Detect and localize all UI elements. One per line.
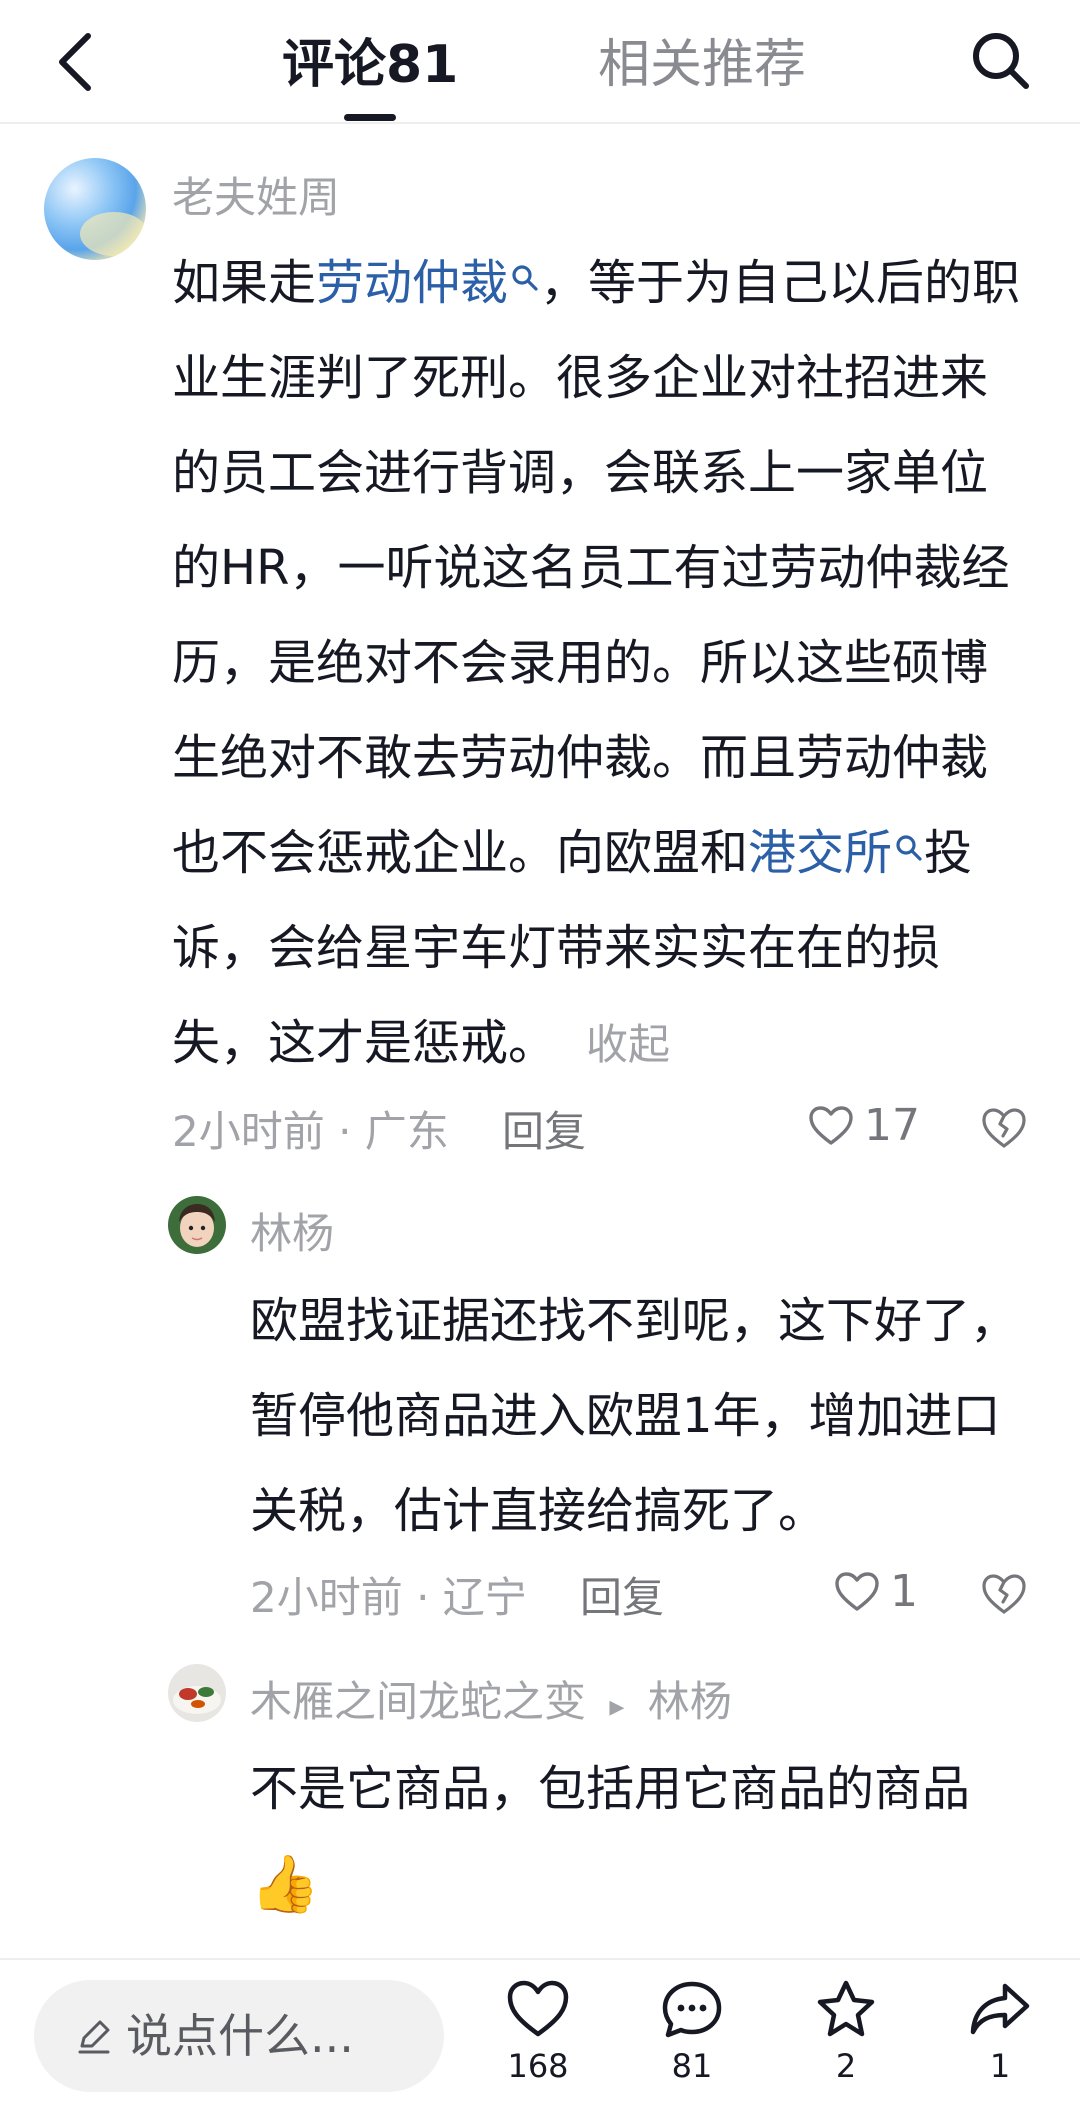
like-button[interactable]: 17 [808,1100,920,1151]
like-count: 17 [864,1100,920,1151]
reply-username[interactable]: 林杨 [250,1206,334,1262]
comment-text: 如果走劳动仲裁 ，等于为自己以后的职业生涯判了死刑。很多企业对社招进来的员工会进行… [172,236,1032,1092]
active-tab-indicator [344,114,396,121]
broken-heart-icon[interactable] [980,1106,1028,1150]
search-keyword-icon [896,835,922,861]
comment-input[interactable]: 说点什么... [34,1980,444,2092]
comment-text-part: 如果走 [172,255,317,311]
comment-meta: 2小时前 · 广东 [172,1107,449,1156]
favorite-action-button[interactable]: 2 [786,1978,906,2086]
reply-button[interactable]: 回复 [502,1104,586,1160]
top-bar: 评论81 相关推荐 [0,0,1080,124]
reply-to-arrow-icon: ▸ [609,1689,625,1724]
like-action-button[interactable]: 168 [478,1978,598,2086]
search-icon[interactable] [966,26,1036,96]
reply-username: 木雁之间龙蛇之变 ▸ 林杨 [250,1674,732,1735]
heart-icon [507,1980,569,2037]
comment-username[interactable]: 老夫姓周 [172,170,340,226]
pencil-icon [78,2020,110,2054]
heart-icon [835,1571,879,1611]
bottom-action-bar: 说点什么... 168 81 2 1 [0,1958,1080,2108]
collapse-button[interactable]: 收起 [586,1020,670,1069]
reply-text: 不是它商品，包括用它商品的商品 👍 [250,1742,1030,1935]
tab-related-recommendations[interactable]: 相关推荐 [598,32,806,98]
reply-meta: 2小时前 · 辽宁 [250,1573,527,1622]
comment-action-button[interactable]: 81 [632,1978,752,2086]
keyword-text: 劳动仲裁 [316,255,509,311]
avatar[interactable] [168,1196,226,1254]
comment-total-count: 81 [671,2047,713,2085]
back-arrow-icon[interactable] [44,24,114,100]
star-icon [817,1980,875,2037]
reply-author-name[interactable]: 木雁之间龙蛇之变 [250,1677,586,1726]
like-button[interactable]: 1 [834,1566,918,1617]
broken-heart-icon[interactable] [980,1572,1028,1616]
favorite-total-count: 2 [835,2047,857,2085]
comment-input-placeholder: 说点什么... [126,2009,354,2063]
heart-icon [809,1105,853,1145]
reply-to-name[interactable]: 林杨 [648,1677,732,1726]
avatar[interactable] [44,158,146,260]
like-total-count: 168 [507,2047,569,2085]
reply-button[interactable]: 回复 [580,1570,664,1626]
share-total-count: 1 [989,2047,1011,2085]
tab-comments[interactable]: 评论81 [282,32,458,98]
comment-text-part: ，等于为自己以后的职业生涯判了死刑。很多企业对社招进来的员工会进行背调，会联系上… [172,255,1021,881]
search-keyword-icon [512,265,538,291]
avatar[interactable] [168,1664,226,1722]
thumbs-up-emoji: 👍 [250,1852,320,1917]
share-action-button[interactable]: 1 [940,1978,1060,2086]
share-icon [970,1983,1030,2035]
keyword-text: 港交所 [748,825,893,881]
reply-meta-clipped [250,1936,263,1958]
search-keyword-link[interactable]: 劳动仲裁 [316,255,540,311]
reply-text-content: 不是它商品，包括用它商品的商品 [250,1761,971,1817]
search-keyword-link[interactable]: 港交所 [748,825,924,881]
reply-text: 欧盟找证据还找不到呢，这下好了，暂停他商品进入欧盟1年，增加进口关税，估计直接给… [250,1293,1019,1539]
comment-icon [662,1981,722,2038]
like-count: 1 [890,1566,918,1617]
